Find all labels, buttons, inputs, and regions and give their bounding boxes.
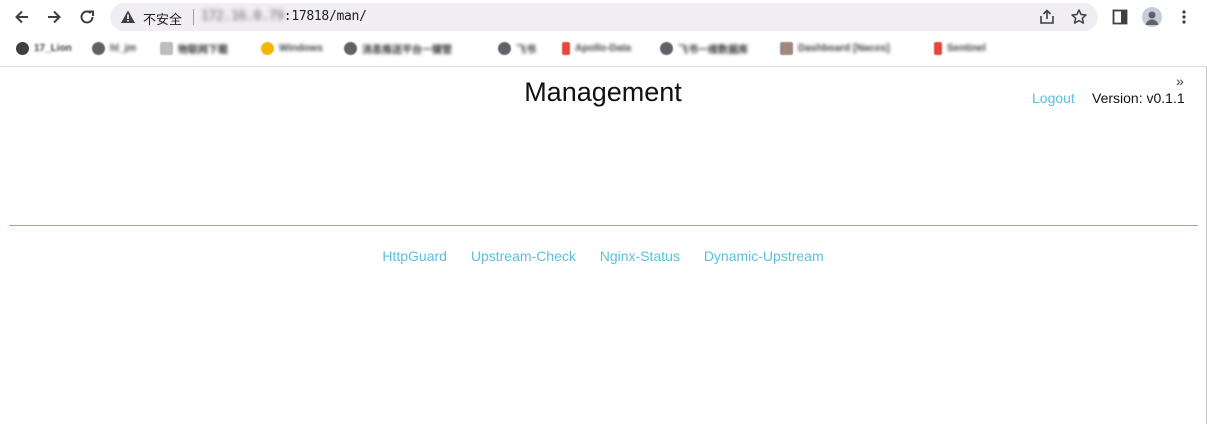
logout-link[interactable]: Logout bbox=[1032, 90, 1075, 106]
bookmark-item[interactable]: Windows bbox=[261, 39, 323, 57]
side-panel-icon bbox=[1112, 9, 1128, 25]
security-label[interactable]: 不安全 bbox=[143, 9, 182, 28]
nacos-icon bbox=[780, 41, 793, 55]
omnibox-separator bbox=[193, 9, 194, 25]
bookmark-item[interactable]: 17_Lion bbox=[16, 39, 72, 57]
globe-icon bbox=[498, 41, 511, 55]
address-bar[interactable]: 不安全 172.16.0.79:17818/man/ bbox=[110, 3, 1098, 31]
arrow-left-icon bbox=[15, 10, 28, 24]
back-button[interactable] bbox=[10, 5, 34, 29]
forward-button[interactable] bbox=[42, 5, 66, 29]
globe-icon bbox=[16, 41, 29, 55]
url-port-path: :17818/man/ bbox=[283, 9, 367, 24]
version-label: Version: v0.1.1 bbox=[1092, 90, 1185, 106]
kebab-menu-icon bbox=[1182, 10, 1186, 24]
share-icon[interactable] bbox=[1038, 8, 1056, 26]
browser-toolbar: 不安全 172.16.0.79:17818/man/ bbox=[0, 0, 1207, 34]
bookmarks-bar: 17_Lion hl_jm 物联网下载 Windows 消息推送平台一键管 飞书… bbox=[0, 34, 1207, 89]
bookmark-item[interactable]: Dashboard [Nacos] bbox=[780, 39, 890, 57]
bookmark-item[interactable]: 消息推送平台一键管 bbox=[344, 39, 452, 57]
globe-icon bbox=[92, 41, 105, 55]
person-icon bbox=[1145, 11, 1159, 25]
warning-icon[interactable] bbox=[120, 9, 136, 25]
link-nginx-status[interactable]: Nginx-Status bbox=[600, 248, 680, 264]
divider bbox=[9, 225, 1198, 226]
bookmark-item[interactable]: 飞书一维数据库 bbox=[660, 39, 748, 57]
reload-icon bbox=[80, 10, 94, 24]
link-upstream-check[interactable]: Upstream-Check bbox=[471, 248, 576, 264]
page-title: Management bbox=[524, 77, 682, 107]
document-icon bbox=[160, 41, 173, 55]
star-icon[interactable] bbox=[1070, 8, 1088, 26]
side-panel-button[interactable] bbox=[1108, 5, 1132, 29]
sun-icon bbox=[261, 41, 274, 55]
link-httpguard[interactable]: HttpGuard bbox=[382, 248, 447, 264]
apollo-icon bbox=[562, 41, 570, 55]
globe-icon bbox=[660, 41, 673, 55]
bookmark-item[interactable]: Apollo-Data bbox=[562, 39, 631, 57]
bookmark-item[interactable]: 飞书 bbox=[498, 39, 536, 57]
sentinel-icon bbox=[934, 41, 942, 55]
bookmark-item[interactable]: Sentinel bbox=[934, 39, 986, 57]
url-text[interactable]: 172.16.0.79:17818/man/ bbox=[201, 9, 367, 24]
menu-button[interactable] bbox=[1172, 5, 1196, 29]
page-content: Management Logout Version: v0.1.1 HttpGu… bbox=[0, 67, 1207, 424]
link-dynamic-upstream[interactable]: Dynamic-Upstream bbox=[704, 248, 824, 264]
bookmark-item[interactable]: hl_jm bbox=[92, 39, 136, 57]
arrow-right-icon bbox=[48, 10, 61, 24]
globe-icon bbox=[344, 41, 357, 55]
avatar bbox=[1142, 7, 1162, 27]
reload-button[interactable] bbox=[75, 5, 99, 29]
nav-links: HttpGuard Upstream-Check Nginx-Status Dy… bbox=[0, 248, 1206, 264]
profile-button[interactable] bbox=[1140, 5, 1164, 29]
bookmark-item[interactable]: 物联网下载 bbox=[160, 39, 228, 57]
url-host: 172.16.0.79 bbox=[201, 9, 284, 24]
